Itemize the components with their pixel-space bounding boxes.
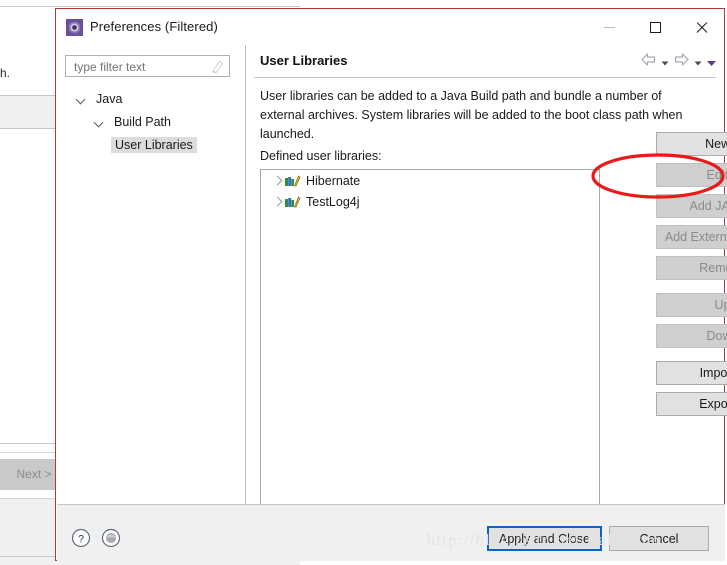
remove-button-label: Remove: [699, 261, 727, 275]
preferences-dialog: Preferences (Filtered) type filter text …: [55, 8, 727, 561]
sidebar-item-label: Build Path: [114, 114, 171, 129]
list-item[interactable]: Hibernate: [261, 170, 599, 191]
chevron-down-icon[interactable]: [693, 55, 703, 65]
down-button[interactable]: Down: [656, 324, 727, 348]
header-divider: [254, 77, 716, 78]
chevron-down-icon[interactable]: [660, 55, 670, 65]
edit-button[interactable]: Edit...: [656, 163, 727, 187]
close-icon: [695, 21, 708, 34]
filter-box[interactable]: [65, 55, 230, 77]
edit-button-label: Edit...: [706, 168, 727, 182]
maximize-button[interactable]: [632, 9, 678, 45]
clear-filter-icon[interactable]: [210, 59, 225, 74]
user-libraries-list[interactable]: Hibernate TestLog4j: [260, 169, 600, 505]
add-jars-button[interactable]: Add JARs...: [656, 194, 727, 218]
list-item-label: Hibernate: [306, 173, 361, 188]
import-button-label: Import...: [699, 366, 727, 380]
remove-button[interactable]: Remove: [656, 256, 727, 280]
export-button-label: Export...: [699, 397, 727, 411]
library-actions: New... Edit... Add JARs... Add External …: [656, 132, 727, 423]
sidebar-item-user-libraries[interactable]: User Libraries: [65, 133, 240, 156]
library-books-icon: [284, 173, 301, 188]
down-button-label: Down: [706, 329, 727, 343]
dialog-title: Preferences (Filtered): [90, 19, 218, 34]
forward-arrow-icon[interactable]: [673, 52, 690, 67]
import-button[interactable]: Import...: [656, 361, 727, 385]
watermark: http://blog.csdn.net/BakBeom: [427, 532, 661, 549]
user-libraries-page: User Libraries User libraries can be add…: [246, 45, 724, 505]
new-button[interactable]: New...: [656, 132, 727, 156]
chevron-right-icon[interactable]: [271, 174, 284, 187]
sidebar-item-label: User Libraries: [111, 136, 197, 153]
sidebar-item-java[interactable]: Java: [65, 87, 240, 110]
back-arrow-icon[interactable]: [640, 52, 657, 67]
library-books-icon: [284, 194, 301, 209]
minimize-icon: [603, 26, 615, 28]
add-external-jars-button[interactable]: Add External JARs...: [656, 225, 727, 249]
background-next-label: Next >: [16, 467, 52, 481]
list-item-label: TestLog4j: [306, 194, 360, 209]
chevron-right-icon[interactable]: [271, 195, 284, 208]
page-header: User Libraries: [246, 45, 724, 77]
dialog-titlebar[interactable]: Preferences (Filtered): [56, 9, 724, 45]
background-text: h.: [0, 66, 11, 80]
new-button-label: New...: [705, 137, 727, 151]
sidebar-item-label: Java: [96, 91, 123, 106]
page-title: User Libraries: [260, 53, 348, 68]
view-menu-icon[interactable]: [706, 55, 716, 66]
sidebar-item-build-path[interactable]: Build Path: [65, 110, 240, 133]
add-external-jars-button-label: Add External JARs...: [664, 230, 727, 244]
restore-defaults-icon[interactable]: [101, 528, 121, 548]
up-button[interactable]: Up: [656, 293, 727, 317]
screenshot-root: h. Next > Preferences (Filtered) type fi…: [0, 0, 727, 565]
list-item[interactable]: TestLog4j: [261, 191, 599, 212]
add-jars-button-label: Add JARs...: [689, 199, 727, 213]
minimize-button[interactable]: [586, 9, 632, 45]
close-button[interactable]: [678, 9, 724, 45]
defined-libraries-label: Defined user libraries:: [260, 149, 382, 163]
search-input[interactable]: [72, 59, 196, 75]
chevron-down-icon[interactable]: [75, 92, 89, 106]
chevron-down-icon[interactable]: [93, 115, 107, 129]
preferences-tree: Java Build Path User Libraries: [65, 87, 240, 156]
up-button-label: Up: [714, 298, 727, 312]
background-divider-top: [0, 6, 300, 7]
preferences-tree-panel: Java Build Path User Libraries: [57, 45, 245, 504]
page-description: User libraries can be added to a Java Bu…: [260, 89, 683, 141]
export-button[interactable]: Export...: [656, 392, 727, 416]
page-nav-icons: [640, 52, 716, 67]
preferences-gear-icon: [66, 19, 83, 36]
svg-text:?: ?: [78, 534, 84, 546]
maximize-icon: [649, 21, 661, 33]
help-icon[interactable]: ?: [71, 528, 91, 548]
